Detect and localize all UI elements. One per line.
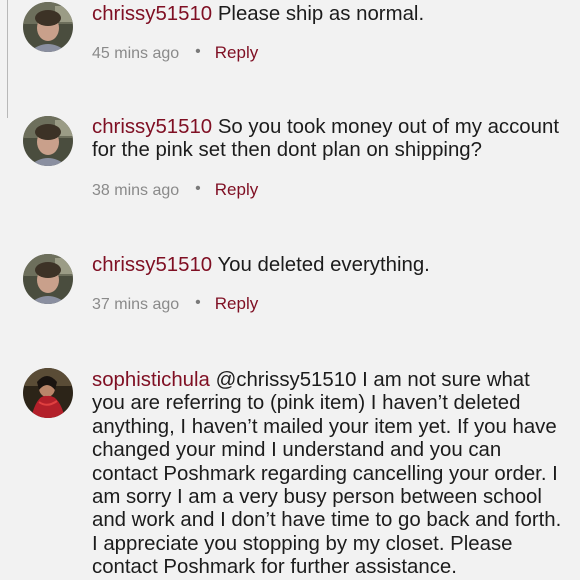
reply-button[interactable]: Reply (215, 294, 258, 313)
profile-photo-icon (23, 368, 73, 418)
comment-username[interactable]: chrissy51510 (92, 116, 212, 138)
profile-photo-icon (23, 254, 73, 304)
bullet-dot-icon: • (195, 43, 201, 60)
comment-body: @chrissy51510 I am not sure what you are… (92, 369, 562, 579)
comment-username[interactable]: sophistichula (92, 369, 210, 391)
sophistichula-avatar[interactable] (23, 368, 73, 418)
comment-username[interactable]: chrissy51510 (92, 3, 212, 25)
chrissy-avatar[interactable] (23, 116, 73, 166)
comment-body: You deleted everything. (217, 254, 430, 276)
bullet-dot-icon: • (195, 180, 201, 197)
left-edge-divider (7, 0, 8, 118)
comment-username[interactable]: chrissy51510 (92, 254, 212, 276)
comment-text: sophistichula @chrissy51510 I am not sur… (92, 369, 562, 580)
comment-meta: 37 mins ago • Reply (92, 294, 258, 315)
profile-photo-icon (23, 2, 73, 52)
comment-text: chrissy51510 So you took money out of my… (92, 116, 562, 163)
comment-meta: 45 mins ago • Reply (92, 43, 258, 64)
comment-timestamp: 37 mins ago (92, 296, 180, 313)
bullet-dot-icon: • (195, 294, 201, 311)
comment-body: Please ship as normal. (217, 3, 425, 25)
comment-text: chrissy51510 Please ship as normal. (92, 3, 562, 26)
comment-timestamp: 38 mins ago (92, 182, 180, 199)
chrissy-avatar[interactable] (23, 2, 73, 52)
profile-photo-icon (23, 116, 73, 166)
comment-meta: 38 mins ago • Reply (92, 180, 258, 201)
comment-text: chrissy51510 You deleted everything. (92, 254, 562, 277)
reply-button[interactable]: Reply (215, 43, 258, 62)
reply-button[interactable]: Reply (215, 180, 258, 199)
comment-timestamp: 45 mins ago (92, 45, 180, 62)
chrissy-avatar[interactable] (23, 254, 73, 304)
